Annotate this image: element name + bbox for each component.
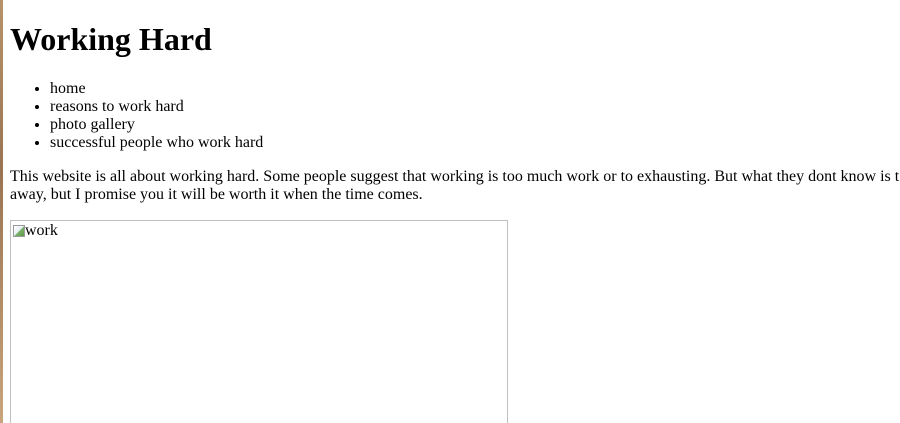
page-title: Working Hard — [10, 21, 212, 57]
nav-item-photo-gallery[interactable]: photo gallery — [50, 116, 263, 134]
work-image-placeholder: work — [10, 220, 508, 423]
nav-list: home reasons to work hard photo gallery … — [10, 80, 263, 152]
nav-item-home[interactable]: home — [50, 80, 263, 98]
broken-image-icon — [13, 225, 25, 237]
page-content: Working Hard home reasons to work hard p… — [0, 0, 900, 423]
nav-item-reasons[interactable]: reasons to work hard — [50, 98, 263, 116]
nav-item-successful-people[interactable]: successful people who work hard — [50, 134, 263, 152]
intro-line-1: This website is all about working hard. … — [10, 168, 900, 185]
intro-paragraph: This website is all about working hard. … — [10, 168, 900, 204]
intro-line-2: away, but I promise you it will be worth… — [10, 186, 423, 203]
image-alt-text: work — [25, 222, 58, 239]
